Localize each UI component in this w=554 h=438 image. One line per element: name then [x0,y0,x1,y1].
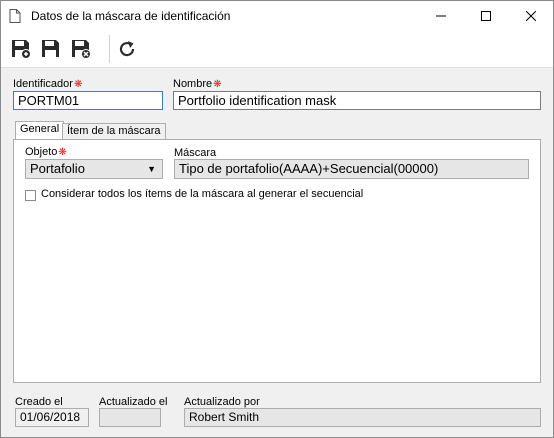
refresh-icon [119,41,135,57]
save-close-button[interactable] [68,36,94,62]
tab-general[interactable]: General [15,121,65,140]
created-date-field: 01/06/2018 [15,408,89,427]
object-select-value: Portafolio [30,161,85,176]
object-select[interactable]: Portafolio ▼ [25,159,163,179]
toolbar-separator [109,35,110,63]
save-close-icon [72,40,91,59]
identifier-label: Identificador❋ [13,78,83,90]
identifier-input[interactable]: PORTM01 [13,91,163,110]
required-icon: ❋ [213,79,222,90]
consider-all-items-label: Considerar todos los ítems de la máscara… [41,188,364,200]
save-new-icon [12,40,31,59]
maximize-button[interactable] [463,1,508,31]
document-icon [9,9,21,23]
updated-by-field: Robert Smith [184,408,541,427]
minimize-button[interactable] [418,1,463,31]
required-icon: ❋ [58,147,67,158]
mask-label: Máscara [174,147,217,159]
refresh-button[interactable] [114,36,140,62]
save-button[interactable] [38,36,64,62]
object-label: Objeto❋ [25,146,67,158]
required-icon: ❋ [73,79,83,90]
name-label: Nombre❋ [173,78,222,90]
dropdown-arrow-icon: ▼ [147,164,156,174]
save-icon [42,40,59,57]
window-title: Datos de la máscara de identificación [31,9,231,23]
maximize-icon [480,11,491,21]
minimize-icon [435,15,446,17]
mask-field: Tipo de portafolio(AAAA)+Secuencial(0000… [174,159,529,179]
dialog-window: Datos de la máscara de identificación Id… [0,0,554,438]
updated-by-label: Actualizado por [184,396,260,408]
created-label: Creado el [15,396,63,408]
updated-date-field [99,408,161,427]
close-icon [525,11,536,21]
consider-all-items-checkbox[interactable] [25,190,36,201]
save-new-button[interactable] [8,36,34,62]
title-bar: Datos de la máscara de identificación [1,1,553,31]
updated-label: Actualizado el [99,396,168,408]
tab-mask-item[interactable]: Ítem de la máscara [62,123,166,140]
name-input[interactable]: Portfolio identification mask [173,91,541,110]
close-button[interactable] [508,1,553,31]
toolbar [1,31,553,68]
